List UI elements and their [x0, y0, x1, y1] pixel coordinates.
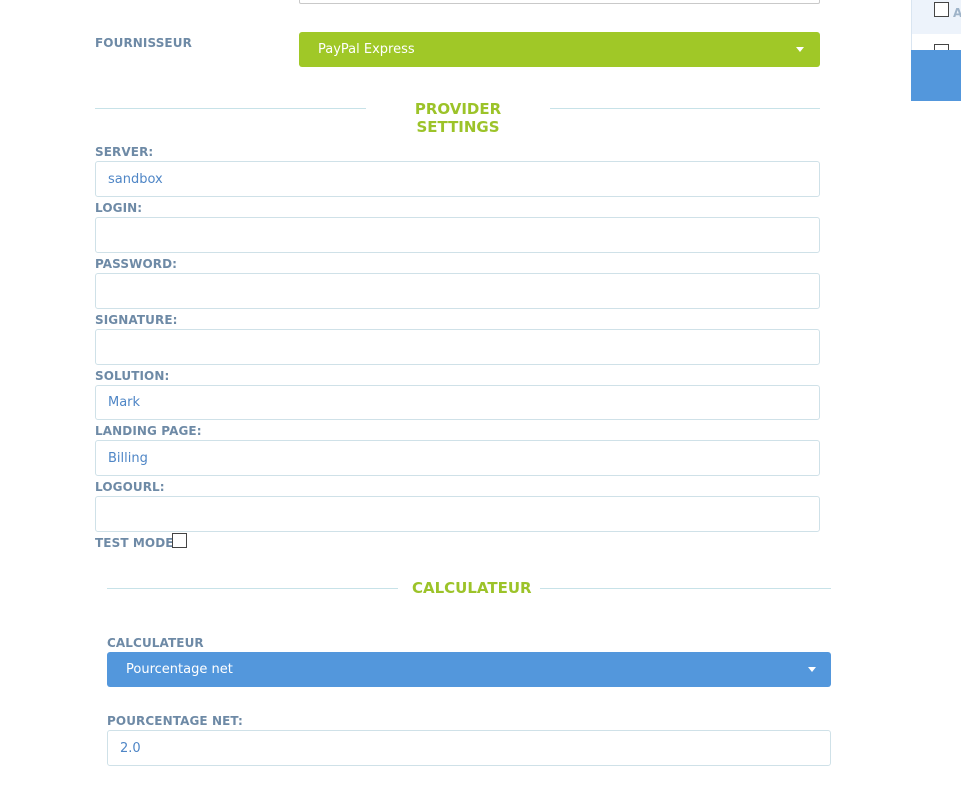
fournisseur-selected: PayPal Express [318, 42, 415, 57]
calculateur-title: CALCULATEUR [398, 579, 540, 597]
chevron-down-icon [808, 667, 816, 672]
side-action-button[interactable] [911, 50, 961, 101]
password-label: PASSWORD: [95, 257, 178, 271]
server-label: SERVER: [95, 145, 154, 159]
side-row-label: A [953, 6, 961, 20]
solution-label: SOLUTION: [95, 369, 170, 383]
chevron-down-icon [796, 47, 804, 52]
top-input[interactable] [299, 0, 820, 4]
provider-settings-title: PROVIDER SETTINGS [366, 100, 550, 136]
pourcentage-net-field[interactable]: 2.0 [107, 730, 831, 766]
pourcentage-net-label: POURCENTAGE NET: [107, 714, 243, 728]
test-mode-label: TEST MODE: [95, 536, 179, 550]
signature-label: SIGNATURE: [95, 313, 178, 327]
landing-page-field[interactable]: Billing [95, 440, 820, 476]
logourl-field[interactable] [95, 496, 820, 532]
landing-page-label: LANDING PAGE: [95, 424, 202, 438]
server-field[interactable]: sandbox [95, 161, 820, 197]
calculateur-label: CALCULATEUR [107, 636, 204, 650]
solution-field[interactable]: Mark [95, 385, 820, 420]
password-field[interactable] [95, 273, 820, 309]
fournisseur-label: FOURNISSEUR [95, 36, 192, 50]
login-label: LOGIN: [95, 201, 143, 215]
calculateur-selected: Pourcentage net [126, 662, 233, 677]
side-row-checkbox[interactable] [934, 2, 949, 17]
fournisseur-select[interactable]: PayPal Express [299, 32, 820, 67]
login-field[interactable] [95, 217, 820, 253]
calculateur-select[interactable]: Pourcentage net [107, 652, 831, 687]
logourl-label: LOGOURL: [95, 480, 165, 494]
test-mode-checkbox[interactable] [172, 533, 187, 548]
signature-field[interactable] [95, 329, 820, 365]
